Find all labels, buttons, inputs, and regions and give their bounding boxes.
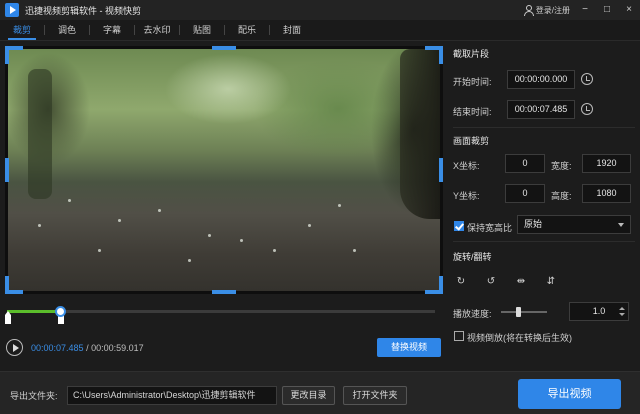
- x-coordinate-input[interactable]: 0: [505, 154, 545, 173]
- replace-video-button[interactable]: 替换视频: [377, 338, 441, 357]
- reset-end-icon[interactable]: [581, 103, 593, 115]
- clip-start-marker[interactable]: [5, 311, 11, 324]
- rotate-left-icon[interactable]: ↺: [484, 275, 498, 289]
- rotate-section-title: 旋转/翻转: [453, 252, 492, 262]
- output-folder-label: 导出文件夹:: [10, 391, 58, 401]
- maximize-button[interactable]: □: [600, 3, 614, 17]
- y-coordinate-input[interactable]: 0: [505, 184, 545, 203]
- rain-drop: [68, 199, 71, 202]
- rain-drop: [118, 219, 121, 222]
- speed-slider-knob[interactable]: [516, 307, 521, 317]
- rain-drop: [208, 234, 211, 237]
- clip-section-title: 截取片段: [453, 49, 490, 59]
- spin-down-icon[interactable]: [619, 313, 625, 316]
- rain-drop: [158, 209, 161, 212]
- end-time-input[interactable]: 00:00:07.485: [507, 100, 575, 119]
- rain-drop: [353, 249, 356, 252]
- export-video-button[interactable]: 导出视频: [518, 379, 621, 409]
- window-subtitle: 视频快剪: [105, 5, 142, 16]
- speed-value: 1.0: [592, 306, 606, 316]
- crop-handle-bottom[interactable]: [212, 290, 236, 294]
- time-display: 00:00:07.485 / 00:00:59.017: [31, 343, 144, 353]
- speed-input[interactable]: 1.0: [569, 302, 629, 321]
- open-folder-button[interactable]: 打开文件夹: [343, 386, 407, 405]
- rain-drop: [38, 224, 41, 227]
- width-label: 宽度:: [551, 161, 572, 171]
- output-bar: 导出文件夹: C:\Users\Administrator\Desktop\迅捷…: [0, 371, 640, 414]
- reverse-video-label: 视频倒放(将在转换后生效): [467, 333, 572, 343]
- rain-drop: [240, 239, 243, 242]
- end-time-label: 结束时间:: [453, 107, 492, 117]
- playhead[interactable]: [55, 306, 66, 317]
- crop-handle-top-left[interactable]: [5, 46, 23, 64]
- reset-start-icon[interactable]: [581, 73, 593, 85]
- tab-subtitle[interactable]: 字幕: [90, 20, 134, 41]
- speed-label: 播放速度:: [453, 309, 492, 319]
- tab-cover[interactable]: 封面: [270, 20, 314, 41]
- flip-vertical-icon[interactable]: ⇵: [544, 275, 558, 289]
- rain-drop: [98, 249, 101, 252]
- rain-drop: [308, 224, 311, 227]
- crop-handle-left[interactable]: [5, 158, 9, 182]
- video-frame: [8, 49, 440, 291]
- keep-ratio-checkbox[interactable]: [454, 221, 464, 231]
- rotate-right-icon[interactable]: ↻: [454, 275, 468, 289]
- rain-drop: [188, 259, 191, 262]
- aspect-ratio-value: 原始: [524, 219, 543, 229]
- background-tree: [28, 69, 52, 199]
- video-preview[interactable]: [5, 46, 443, 294]
- play-button[interactable]: [6, 339, 23, 356]
- change-directory-button[interactable]: 更改目录: [282, 386, 335, 405]
- app-name: 迅捷视频剪辑软件: [25, 5, 98, 16]
- tab-watermark[interactable]: 去水印: [135, 20, 179, 41]
- crop-handle-bottom-right[interactable]: [425, 276, 443, 294]
- tab-color[interactable]: 调色: [45, 20, 89, 41]
- title-bar: 迅捷视频剪辑软件 - 视频快剪 登录/注册 − □ ×: [0, 0, 640, 20]
- timeline-selection: [7, 310, 61, 313]
- crop-handle-right[interactable]: [439, 158, 443, 182]
- crop-section-title: 画面裁剪: [453, 136, 490, 146]
- time-separator: /: [83, 343, 92, 353]
- divider: [453, 127, 635, 128]
- aspect-ratio-select[interactable]: 原始: [517, 215, 631, 234]
- login-link[interactable]: 登录/注册: [536, 5, 570, 16]
- minimize-button[interactable]: −: [578, 3, 592, 17]
- speed-slider[interactable]: [501, 311, 547, 313]
- tab-music[interactable]: 配乐: [225, 20, 269, 41]
- title-separator: -: [97, 5, 106, 16]
- spin-up-icon[interactable]: [619, 307, 625, 310]
- output-path-input[interactable]: C:\Users\Administrator\Desktop\迅捷剪辑软件: [67, 386, 277, 405]
- start-time-label: 开始时间:: [453, 77, 492, 87]
- flip-horizontal-icon[interactable]: ⇹: [514, 275, 528, 289]
- window-title: 迅捷视频剪辑软件 - 视频快剪: [25, 4, 141, 17]
- keep-ratio-label: 保持宽高比: [467, 223, 513, 233]
- width-input[interactable]: 1920: [582, 154, 631, 173]
- timeline[interactable]: [5, 305, 437, 325]
- current-time: 00:00:07.485: [31, 343, 84, 353]
- crop-handle-top-right[interactable]: [425, 46, 443, 64]
- app-logo-icon: [5, 3, 19, 17]
- rain-drop: [338, 204, 341, 207]
- reverse-video-checkbox[interactable]: [454, 331, 464, 341]
- x-coordinate-label: X坐标:: [453, 161, 480, 171]
- chevron-down-icon: [618, 223, 624, 227]
- height-input[interactable]: 1080: [582, 184, 631, 203]
- tab-bar: 裁剪 调色 字幕 去水印 贴图 配乐 封面: [0, 20, 640, 41]
- close-button[interactable]: ×: [622, 3, 636, 17]
- settings-panel: 截取片段 开始时间: 00:00:00.000 结束时间: 00:00:07.4…: [449, 41, 640, 371]
- foreground-tree: [400, 49, 440, 219]
- y-coordinate-label: Y坐标:: [453, 191, 480, 201]
- height-label: 高度:: [551, 191, 572, 201]
- total-time: 00:00:59.017: [91, 343, 144, 353]
- timeline-track[interactable]: [7, 310, 435, 313]
- tab-sticker[interactable]: 贴图: [180, 20, 224, 41]
- crop-handle-top[interactable]: [212, 46, 236, 50]
- divider: [453, 241, 635, 242]
- rain-drop: [273, 249, 276, 252]
- start-time-input[interactable]: 00:00:00.000: [507, 70, 575, 89]
- tab-crop[interactable]: 裁剪: [0, 20, 44, 41]
- crop-handle-bottom-left[interactable]: [5, 276, 23, 294]
- user-icon[interactable]: [523, 5, 534, 16]
